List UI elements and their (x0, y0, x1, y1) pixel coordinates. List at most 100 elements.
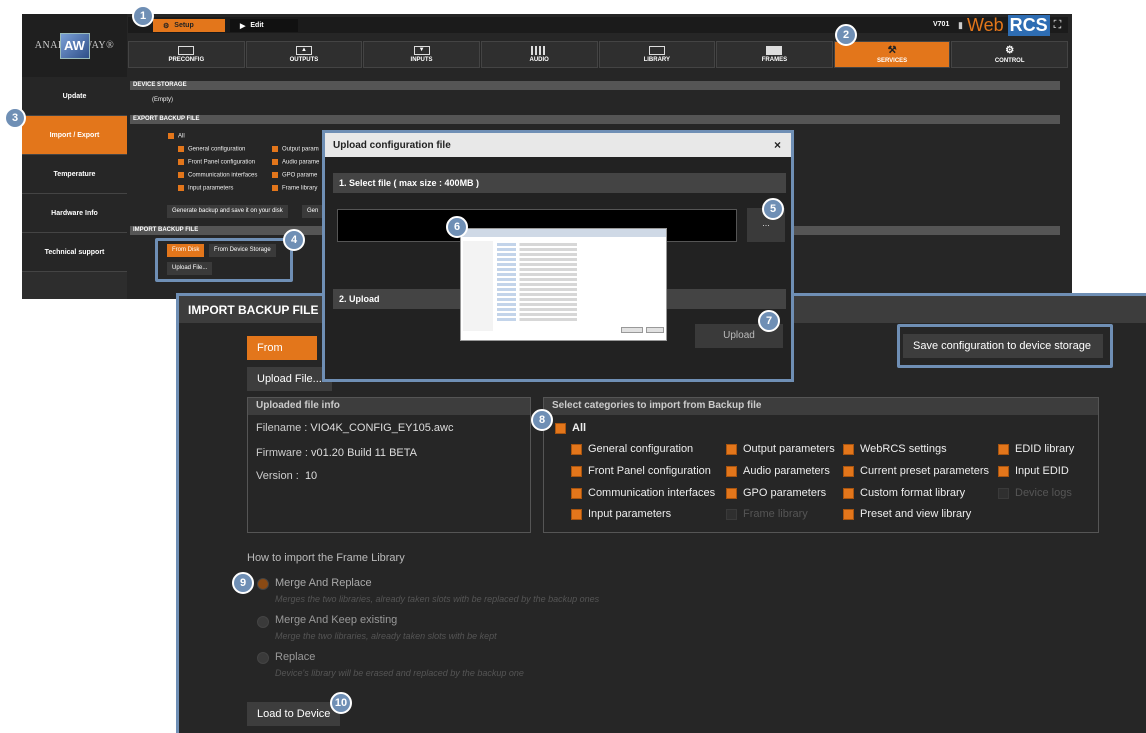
save-config-button[interactable]: Save configuration to device storage (903, 334, 1103, 358)
radio-merge-replace[interactable] (257, 578, 269, 590)
services-icon: ⚒ (887, 45, 897, 56)
generate-button-2[interactable]: Gen (302, 205, 324, 218)
nav-outputs[interactable]: ▲ OUTPUTS (245, 41, 363, 68)
file-row[interactable] (497, 258, 657, 261)
document-icon: ▮ (958, 20, 963, 30)
category-checkbox[interactable]: Communication interfaces (571, 487, 715, 499)
file-row[interactable] (497, 253, 657, 256)
category-checkbox-disabled: Frame library (726, 508, 808, 520)
checkbox-icon (998, 465, 1009, 477)
export-checkbox[interactable]: Input parameters (178, 185, 233, 192)
option-label[interactable]: Replace (275, 651, 315, 663)
category-checkbox[interactable]: Front Panel configuration (571, 465, 711, 477)
nav-audio[interactable]: AUDIO (480, 41, 598, 68)
checkbox-icon (178, 172, 184, 178)
category-label: Output parameters (743, 443, 835, 455)
category-label: Current preset parameters (860, 465, 989, 477)
file-row[interactable] (497, 283, 657, 286)
setup-label: Setup (174, 22, 194, 29)
category-checkbox[interactable]: General configuration (571, 443, 693, 455)
file-row[interactable] (497, 313, 657, 316)
export-label: Frame library (282, 185, 318, 192)
category-label: Front Panel configuration (588, 465, 711, 477)
file-row[interactable] (497, 298, 657, 301)
sidebar-item-hardware-info[interactable]: Hardware Info (22, 194, 127, 233)
category-checkbox[interactable]: GPO parameters (726, 487, 826, 499)
nav-preconfig[interactable]: PRECONFIG (128, 41, 245, 68)
file-row[interactable] (497, 308, 657, 311)
from-disk-tab[interactable]: From Disk (247, 336, 317, 378)
fullscreen-icon[interactable]: ⛶ (1054, 19, 1062, 32)
nav-services[interactable]: ⚒ SERVICES (833, 41, 951, 68)
nav-control[interactable]: ⚙ CONTROL (951, 41, 1068, 68)
nav-inputs[interactable]: ▼ INPUTS (363, 41, 480, 68)
frame-library-title: How to import the Frame Library (247, 552, 405, 564)
checkbox-icon (178, 146, 184, 152)
sidebar-item-update[interactable]: Update (22, 77, 127, 116)
close-icon[interactable]: × (774, 138, 781, 152)
export-checkbox[interactable]: General configuration (178, 146, 245, 153)
file-row[interactable] (497, 268, 657, 271)
category-all-checkbox[interactable]: All (555, 422, 586, 434)
file-row[interactable] (497, 278, 657, 281)
sidebar-item-technical-support[interactable]: Technical support (22, 233, 127, 272)
checkbox-icon (726, 443, 737, 455)
nav-label: OUTPUTS (289, 57, 319, 63)
filename-value: VIO4K_CONFIG_EY105.awc (310, 422, 454, 434)
file-browser-sidebar (463, 241, 493, 331)
logo-mark: AW (59, 32, 90, 59)
option-label[interactable]: Merge And Replace (275, 577, 372, 589)
file-row[interactable] (497, 293, 657, 296)
setup-tab[interactable]: ⚙ Setup (153, 19, 225, 32)
export-checkbox[interactable]: Audio parame (272, 159, 319, 166)
export-checkbox[interactable]: Communication interfaces (178, 172, 257, 179)
file-row[interactable] (497, 318, 657, 321)
sidebar-item-temperature[interactable]: Temperature (22, 155, 127, 194)
file-row[interactable] (497, 248, 657, 251)
category-label: Custom format library (860, 487, 966, 499)
nav-frames[interactable]: FRAMES (716, 41, 833, 68)
load-to-device-button[interactable]: Load to Device (247, 702, 341, 726)
radio-merge-keep[interactable] (257, 616, 269, 628)
edit-tab[interactable]: ▶ Edit (230, 19, 298, 32)
category-checkbox[interactable]: Preset and view library (843, 508, 971, 520)
checkbox-icon (555, 422, 566, 434)
category-checkbox[interactable]: Audio parameters (726, 465, 830, 477)
option-label[interactable]: Merge And Keep existing (275, 614, 397, 626)
callout-badge: 5 (762, 198, 784, 220)
category-checkbox[interactable]: Output parameters (726, 443, 835, 455)
export-all-checkbox[interactable]: All (168, 133, 185, 140)
nav-label: CONTROL (994, 58, 1025, 64)
file-row[interactable] (497, 303, 657, 306)
export-checkbox[interactable]: Output param (272, 146, 319, 153)
upload-file-button[interactable]: Upload File... (247, 367, 332, 391)
export-checkbox[interactable]: GPO parame (272, 172, 317, 179)
file-row[interactable] (497, 243, 657, 246)
main-nav: PRECONFIG ▲ OUTPUTS ▼ INPUTS AUDIO LIBRARY… (128, 41, 1068, 68)
category-checkbox[interactable]: EDID library (998, 443, 1074, 455)
file-row[interactable] (497, 288, 657, 291)
sidebar-item-import-export[interactable]: Import / Export (22, 116, 127, 155)
firmware-value: v01.20 Build 11 BETA (311, 447, 418, 459)
category-checkbox[interactable]: Custom format library (843, 487, 965, 499)
option-desc: Merges the two libraries, already taken … (275, 594, 600, 604)
nav-library[interactable]: LIBRARY (598, 41, 716, 68)
frames-icon (766, 46, 783, 55)
option-desc: Device's library will be erased and repl… (275, 668, 524, 678)
checkbox-icon (726, 465, 737, 477)
export-checkbox[interactable]: Frame library (272, 185, 317, 192)
radio-replace[interactable] (257, 652, 269, 664)
export-checkbox[interactable]: Front Panel configuration (178, 159, 255, 166)
file-row[interactable] (497, 263, 657, 266)
category-checkbox[interactable]: Input parameters (571, 508, 671, 520)
generate-backup-button[interactable]: Generate backup and save it on your disk (167, 205, 288, 218)
category-checkbox[interactable]: WebRCS settings (843, 443, 947, 455)
file-row[interactable] (497, 273, 657, 276)
category-label: WebRCS settings (860, 443, 947, 455)
cancel-button[interactable] (646, 327, 664, 333)
category-checkbox[interactable]: Current preset parameters (843, 465, 989, 477)
nav-label: INPUTS (410, 57, 433, 63)
open-button[interactable] (621, 327, 643, 333)
nav-label: PRECONFIG (168, 57, 205, 63)
category-checkbox[interactable]: Input EDID (998, 465, 1069, 477)
